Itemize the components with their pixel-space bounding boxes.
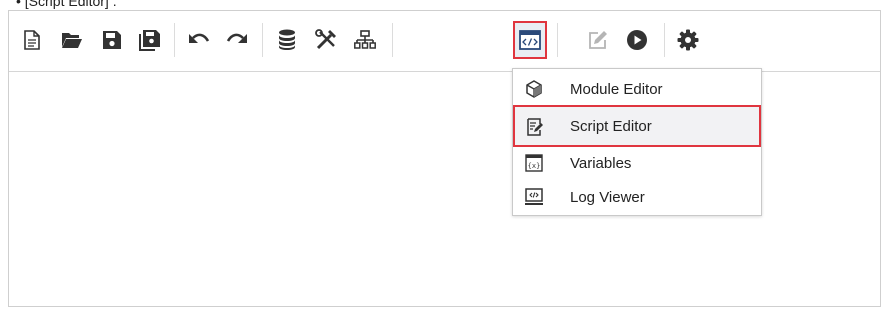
new-file-button[interactable] — [17, 25, 47, 55]
save-button[interactable] — [97, 25, 127, 55]
menu-item-module-editor[interactable]: Module Editor — [513, 71, 761, 107]
menu-item-label: Variables — [570, 154, 632, 172]
hierarchy-button[interactable] — [350, 25, 380, 55]
toolbar-separator — [557, 23, 558, 57]
run-icon — [627, 30, 647, 50]
svg-text:{x}: {x} — [528, 162, 541, 170]
menu-item-log-viewer[interactable]: Log Viewer — [513, 179, 761, 215]
save-all-button[interactable] — [135, 25, 165, 55]
open-button[interactable] — [57, 25, 87, 55]
database-icon — [279, 29, 295, 50]
toolbar-separator — [262, 23, 263, 57]
menu-item-variables[interactable]: {x} Variables — [513, 145, 761, 181]
open-folder-icon — [62, 33, 82, 48]
tools-dropdown-menu: Module Editor Script Editor {x} Variable… — [512, 68, 762, 216]
hierarchy-icon — [354, 30, 376, 49]
edit-button[interactable] — [583, 25, 613, 55]
redo-icon — [226, 33, 247, 43]
script-edit-icon — [527, 118, 543, 136]
edit-icon — [589, 31, 607, 49]
toolbar-separator — [664, 23, 665, 57]
menu-item-label: Module Editor — [570, 80, 663, 98]
save-icon — [103, 31, 121, 49]
module-cube-icon — [526, 80, 542, 98]
toolbar — [9, 11, 880, 72]
new-file-icon — [24, 30, 40, 50]
database-button[interactable] — [272, 25, 302, 55]
redo-button[interactable] — [222, 25, 252, 55]
run-button[interactable] — [622, 25, 652, 55]
code-window-icon — [519, 30, 541, 50]
code-window-button[interactable] — [513, 21, 547, 59]
undo-icon — [189, 33, 210, 43]
toolbar-separator — [174, 23, 175, 57]
settings-gear-icon — [677, 29, 699, 51]
toolbar-separator — [392, 23, 393, 57]
tools-button[interactable] — [311, 25, 341, 55]
menu-item-script-editor[interactable]: Script Editor — [513, 105, 761, 147]
variables-icon: {x} — [525, 154, 543, 172]
settings-button[interactable] — [673, 25, 703, 55]
log-viewer-icon — [525, 188, 543, 205]
menu-item-label: Log Viewer — [570, 188, 645, 206]
save-all-icon — [139, 30, 160, 51]
menu-item-label: Script Editor — [570, 117, 652, 135]
caption-text: • [Script Editor] . — [16, 0, 117, 9]
tools-icon — [315, 29, 336, 50]
undo-button[interactable] — [184, 25, 214, 55]
